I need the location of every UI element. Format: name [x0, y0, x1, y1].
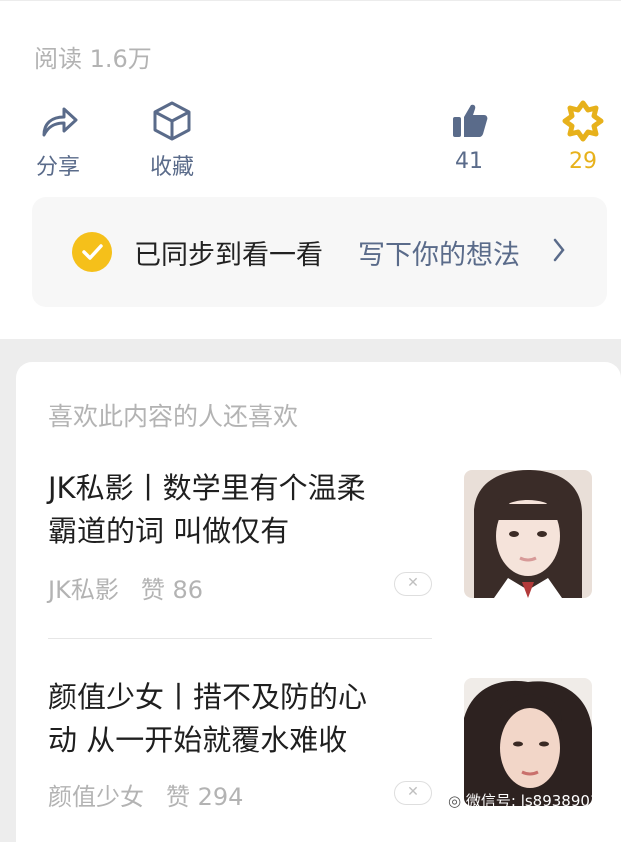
portrait-image [464, 678, 592, 806]
close-icon: ✕ [407, 575, 419, 591]
recommend-title: 喜欢此内容的人还喜欢 [48, 402, 299, 431]
item-likes: 赞 86 [140, 576, 203, 604]
thumbs-up-icon [444, 99, 494, 143]
recommend-card: 喜欢此内容的人还喜欢 JK私影丨数学里有个温柔 霸道的词 叫做仅有 JK私影赞 … [16, 362, 621, 842]
wow-star-icon [560, 99, 606, 143]
sync-banner[interactable]: 已同步到看一看 写下你的想法 [32, 197, 607, 307]
share-label: 分享 [35, 155, 80, 180]
item-meta: JK私影赞 86 [48, 570, 203, 605]
item-title-line: 动 从一开始就覆水难收 [48, 723, 348, 757]
read-count: 阅读 1.6万 [34, 45, 152, 73]
divider [48, 638, 432, 639]
item-likes: 赞 294 [166, 783, 244, 811]
item-title[interactable]: 颜值少女丨措不及防的心 动 从一开始就覆水难收 [48, 676, 438, 762]
share-icon [32, 99, 84, 143]
portrait-image [464, 470, 592, 598]
sync-status-text: 已同步到看一看 [134, 240, 323, 271]
article-footer: 阅读 1.6万 分享 收藏 41 29 已同步到看一看 写下你的想法 [0, 0, 621, 339]
like-button[interactable]: 41 [444, 99, 494, 174]
dismiss-button[interactable]: ✕ [394, 572, 432, 596]
wechat-icon: ◎ [448, 792, 462, 810]
favorite-button[interactable]: 收藏 [146, 99, 198, 181]
cube-icon [146, 99, 198, 143]
like-count: 41 [455, 149, 483, 174]
item-thumbnail[interactable] [464, 678, 592, 806]
item-title-line: JK私影丨数学里有个温柔 [48, 471, 366, 505]
item-meta: 颜值少女赞 294 [48, 777, 243, 812]
chevron-right-icon [552, 237, 566, 267]
dismiss-button[interactable]: ✕ [394, 781, 432, 805]
favorite-label: 收藏 [149, 155, 194, 180]
item-title-line: 霸道的词 叫做仅有 [48, 514, 290, 548]
item-author: JK私影 [48, 576, 119, 604]
item-title[interactable]: JK私影丨数学里有个温柔 霸道的词 叫做仅有 [48, 467, 438, 553]
watermark: ◎ 微信号: ls8938903 [448, 790, 599, 811]
watermark-text: 微信号: ls8938903 [465, 792, 600, 810]
wow-button[interactable]: 29 [560, 99, 606, 174]
check-icon [72, 232, 112, 272]
item-title-line: 颜值少女丨措不及防的心 [48, 680, 368, 714]
item-author: 颜值少女 [48, 783, 144, 811]
close-icon: ✕ [407, 784, 419, 800]
item-thumbnail[interactable] [464, 470, 592, 598]
share-button[interactable]: 分享 [32, 99, 84, 181]
wow-count: 29 [569, 149, 597, 174]
write-thoughts-link[interactable]: 写下你的想法 [358, 233, 520, 272]
